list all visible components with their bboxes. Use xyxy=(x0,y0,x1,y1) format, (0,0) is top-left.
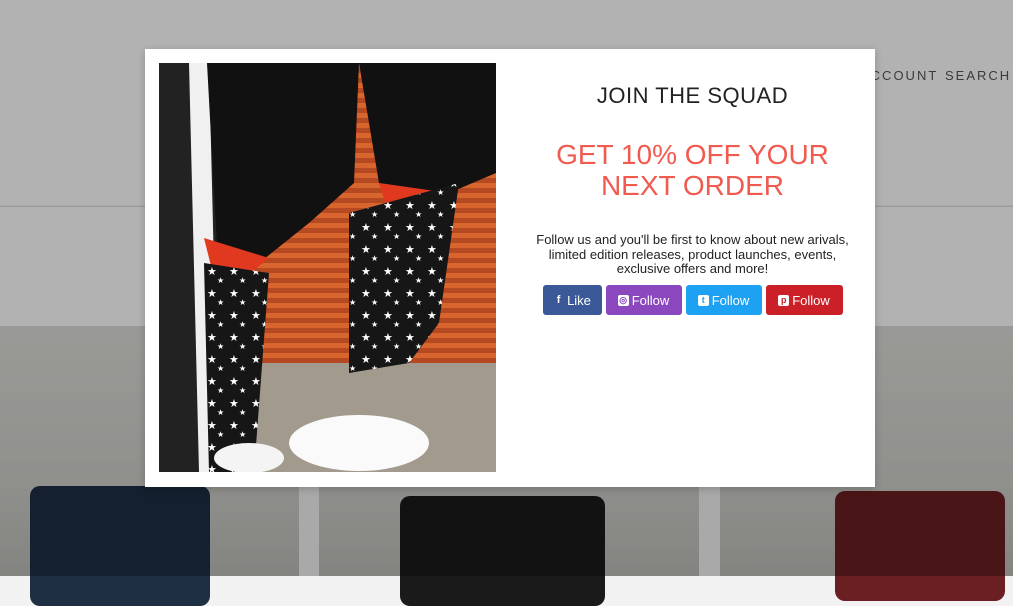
leggings-illustration: ★ ★ xyxy=(159,63,496,472)
pinterest-icon: p xyxy=(778,294,790,306)
pinterest-follow-button[interactable]: p Follow xyxy=(765,285,843,315)
twitter-button-label: Follow xyxy=(711,292,750,308)
facebook-button-label: Like xyxy=(567,292,591,308)
twitter-icon: t xyxy=(697,294,709,306)
discount-offer: GET 10% OFF YOUR NEXT ORDER xyxy=(556,139,829,201)
popup-title: JOIN THE SQUAD xyxy=(596,83,789,108)
facebook-icon: f xyxy=(556,293,561,306)
leggings-photo: ★ ★ xyxy=(159,63,496,472)
instagram-follow-button[interactable]: ◎ Follow xyxy=(605,285,682,315)
popup-content: JOIN THE SQUAD GET 10% OFF YOUR NEXT ORD… xyxy=(510,49,875,487)
twitter-follow-button[interactable]: t Follow xyxy=(685,285,762,315)
social-buttons: f Like ◎ Follow t Follow p Follow xyxy=(510,285,875,315)
pinterest-button-label: Follow xyxy=(792,292,830,308)
instagram-icon: ◎ xyxy=(617,294,629,306)
instagram-button-label: Follow xyxy=(631,292,670,308)
popup-description: Follow us and you'll be first to know ab… xyxy=(536,232,849,276)
facebook-like-button[interactable]: f Like xyxy=(542,285,602,315)
newsletter-popup: ★ ★ JOIN THE SQUAD GET 10% OFF YOUR NEXT… xyxy=(145,49,875,487)
